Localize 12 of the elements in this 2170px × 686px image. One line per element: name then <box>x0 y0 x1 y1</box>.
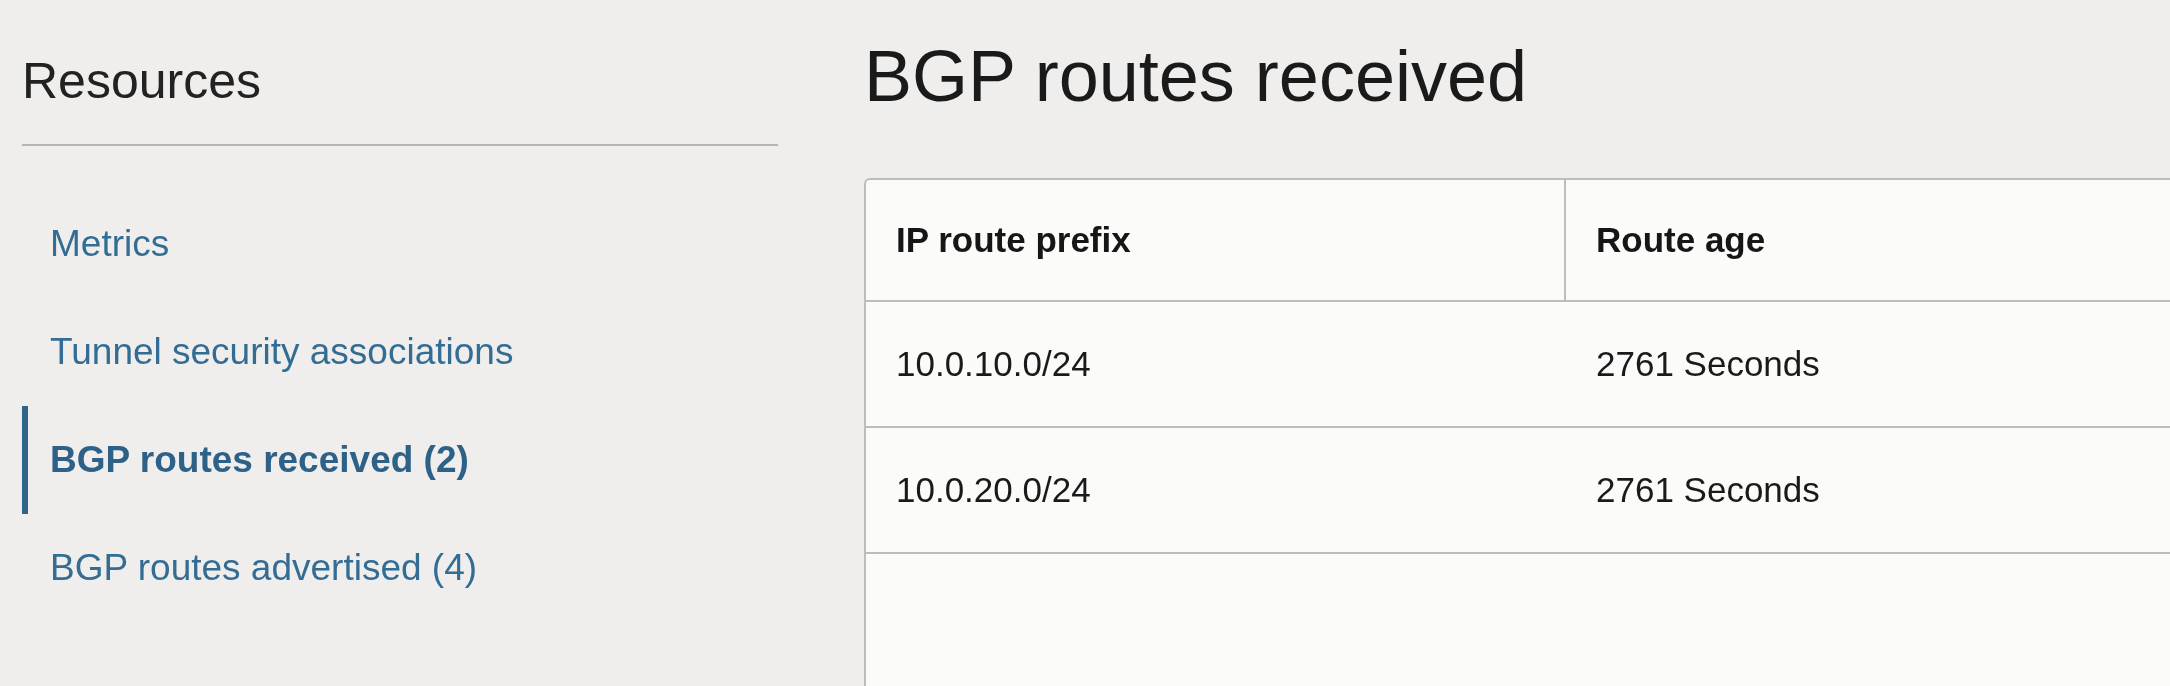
sidebar-title: Resources <box>22 56 261 106</box>
column-header: IP route prefix <box>896 218 1131 261</box>
sidebar-link[interactable]: Metrics <box>50 216 170 272</box>
table-cell-text: 2761 Seconds <box>1596 468 1820 511</box>
sidebar-link[interactable]: BGP routes received (2) <box>50 432 469 488</box>
sidebar-link[interactable]: BGP routes advertised (4) <box>50 540 478 596</box>
page-title: BGP routes received <box>864 40 1527 112</box>
sidebar-link[interactable]: Tunnel security associations <box>50 324 514 380</box>
table-cell-text: 10.0.10.0/24 <box>896 342 1091 385</box>
column-header: Route age <box>1596 218 1766 261</box>
table-cell-text: 10.0.20.0/24 <box>896 468 1091 511</box>
table-cell-text: 2761 Seconds <box>1596 342 1820 385</box>
